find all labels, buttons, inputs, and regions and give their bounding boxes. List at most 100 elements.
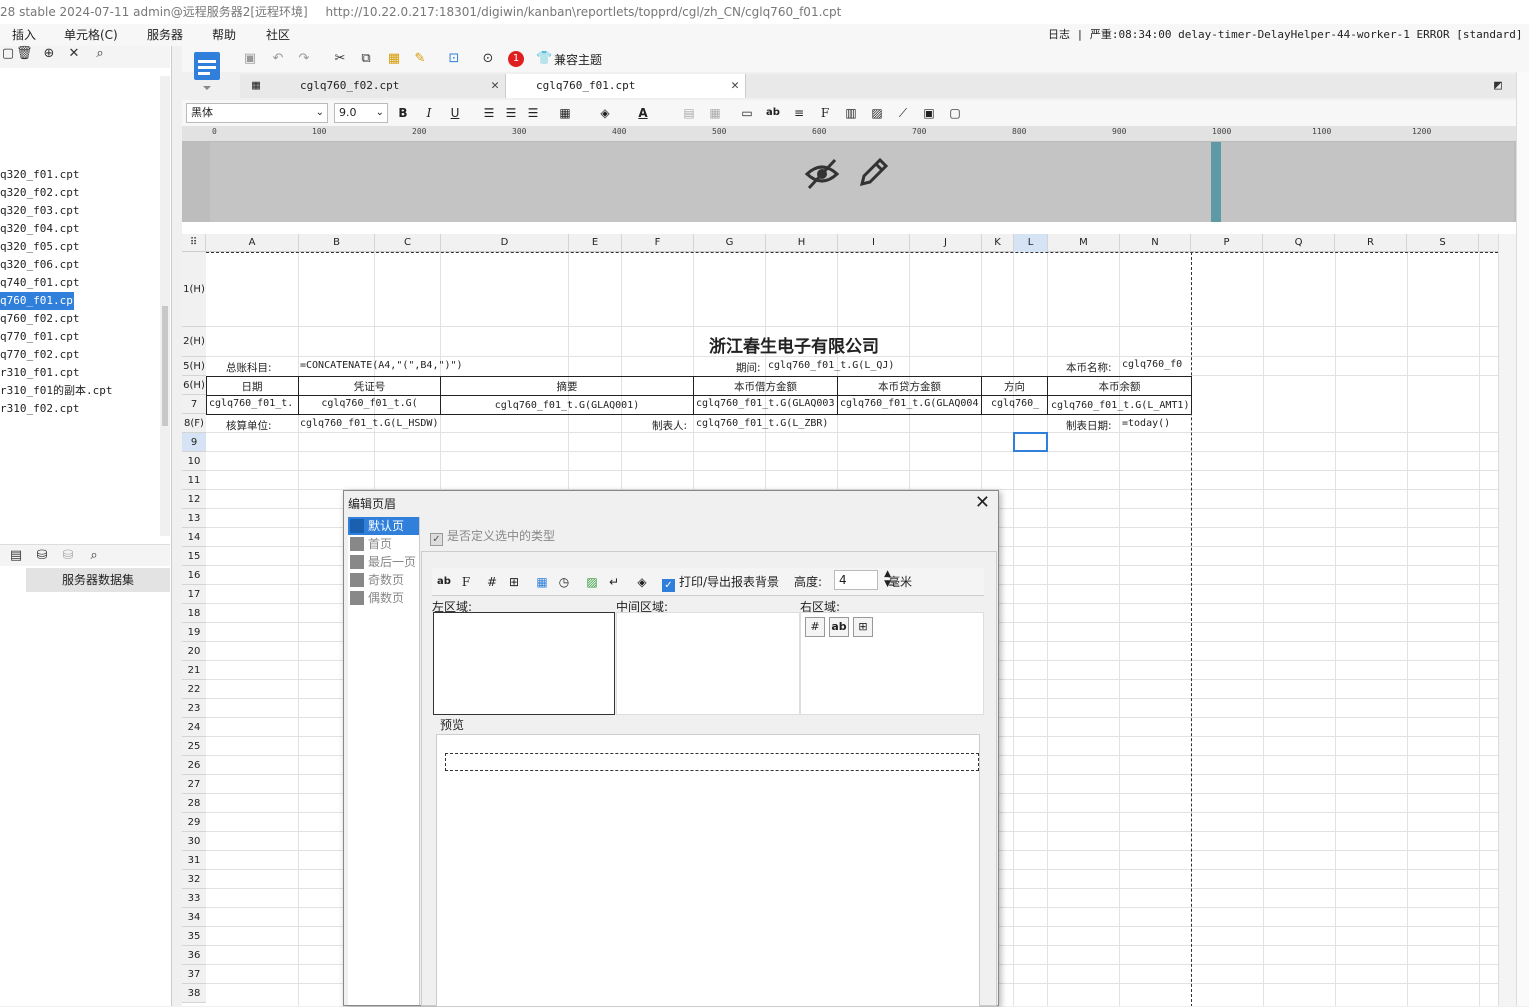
locate-icon[interactable]: ⊕ [41,46,57,62]
column-header[interactable]: S [1407,234,1479,252]
file-item[interactable]: r310_f01.cpt [0,364,160,382]
close-icon[interactable]: ✕ [975,492,990,513]
column-header[interactable]: N [1120,234,1191,252]
file-list-scrollbar[interactable] [160,76,170,536]
right-area-editor[interactable]: # ab ⊞ [800,612,984,715]
currency-value-cell[interactable]: cglq760_f0 [1122,359,1190,370]
header-credit-cell[interactable]: 本币贷方金额 [838,379,981,394]
unmerge-icon[interactable]: ▦ [706,104,724,122]
column-header[interactable]: Q [1263,234,1335,252]
column-header[interactable]: J [910,234,982,252]
row-header[interactable]: 32 [182,870,206,889]
text-icon[interactable]: ab [436,574,452,590]
header-voucher-cell[interactable]: 凭证号 [299,379,440,394]
row-header[interactable]: 12 [182,490,206,509]
file-item[interactable]: q320_f01.cpt [0,166,160,184]
file-item[interactable]: r310_f01的副本.cpt [0,382,160,400]
header-debit-cell[interactable]: 本币借方金额 [694,379,837,394]
save-icon[interactable]: ▣ [242,51,258,67]
unit-label-cell[interactable]: 核算单位: [226,418,272,433]
row-header[interactable]: 8(F) [182,414,206,433]
format-brush-icon[interactable]: ✎ [412,51,428,67]
row-header[interactable]: 36 [182,946,206,965]
currency-label-cell[interactable]: 本币名称: [1066,360,1112,375]
file-item[interactable]: q770_f01.cpt [0,328,160,346]
sheet-scrollbar[interactable] [1498,234,1516,1006]
search-icon[interactable]: ⌕ [86,548,102,564]
font-color-icon[interactable]: A [634,104,652,122]
copy-icon[interactable]: ⧉ [358,51,374,67]
menu-server[interactable]: 服务器 [147,24,183,46]
row-header[interactable]: 25 [182,737,206,756]
date-label-cell[interactable]: 制表日期: [1066,418,1112,433]
bold-button[interactable]: B [394,104,412,122]
column-header[interactable]: B [299,234,375,252]
newline-icon[interactable]: ↵ [606,574,622,590]
compatible-theme-label[interactable]: 兼容主题 [554,51,602,68]
menu-cell[interactable]: 单元格(C) [64,24,118,46]
row-header[interactable]: 17 [182,585,206,604]
database-add-icon[interactable]: ⛁ [34,548,50,564]
slash-icon[interactable]: ⟋ [894,104,912,122]
file-item[interactable]: q740_f01.cpt [0,274,160,292]
height-input[interactable]: 4 ▲ ▼ [834,569,891,590]
theme-icon[interactable]: 👕 [536,51,552,67]
menu-community[interactable]: 社区 [266,24,290,46]
row-header[interactable]: 16 [182,566,206,585]
database-edit-icon[interactable]: ⛁ [60,548,76,564]
column-header[interactable]: R [1335,234,1407,252]
nav-default-page[interactable]: 默认页 [348,517,419,535]
row-header[interactable]: 31 [182,851,206,870]
formula-icon[interactable]: F [816,104,834,122]
column-header[interactable]: M [1048,234,1120,252]
border-icon[interactable]: ▦ [556,104,574,122]
nav-first-page[interactable]: 首页 [348,535,419,553]
date-icon[interactable]: ▦ [534,574,550,590]
account-formula-cell[interactable]: =CONCATENATE(A4,"(",B4,")") [300,360,463,371]
unit-value-cell[interactable]: cglq760_f01_t.G(L_HSDW) [300,418,438,429]
insert-cell-icon[interactable]: ▭ [738,104,756,122]
row-header[interactable]: 38 [182,984,206,1003]
row-header[interactable]: 18 [182,604,206,623]
header-width-marker[interactable] [1211,142,1221,222]
file-item[interactable]: q760_f02.cpt [0,310,160,328]
font-size-select[interactable]: 9.0 ⌄ [334,103,388,123]
server-datasets-tab[interactable]: 服务器数据集 [26,568,170,592]
data-balance-cell[interactable]: cglq760_f01_t.G(L_AMT1) [1051,400,1191,411]
date-value-cell[interactable]: =today() [1122,418,1170,429]
log-line[interactable]: 日志 | 严重:08:34:00 delay-timer-DelayHelper… [1048,24,1529,46]
hide-eye-icon[interactable] [804,156,840,192]
page-number-icon[interactable]: # [484,574,500,590]
folder-icon[interactable]: ▢ [0,46,16,62]
data-credit-cell[interactable]: cglq760_f01_t.G(GLAQ004 [840,398,980,409]
row-header[interactable]: 1(H) [182,252,206,327]
fill-color-icon[interactable]: ◈ [596,104,614,122]
row-header[interactable]: 21 [182,661,206,680]
font-family-select[interactable]: 黑体 ⌄ [186,103,328,123]
row-header[interactable]: 15 [182,547,206,566]
right-side-panel[interactable] [1516,72,1529,1006]
delete-icon[interactable]: 🗑 [16,46,33,62]
column-header[interactable]: H [766,234,838,252]
row-header[interactable]: 33 [182,889,206,908]
row-header[interactable]: 30 [182,832,206,851]
maker-label-cell[interactable]: 制表人: [652,418,687,433]
text-icon[interactable]: ab [829,617,849,637]
redo-icon[interactable]: ↷ [296,51,312,67]
data-debit-cell[interactable]: cglq760_f01_t.G(GLAQ003 [696,398,836,409]
header-balance-cell[interactable]: 本币余额 [1048,379,1191,394]
search-replace-icon[interactable]: ⊙ [480,51,496,67]
period-value-cell[interactable]: cglq760_f01_t.G(L_QJ) [768,360,894,371]
text-icon[interactable]: ab [764,104,782,122]
file-item[interactable]: q770_f02.cpt [0,346,160,364]
tab-cglq760-f01[interactable]: cglq760_f01.cpt ✕ [506,74,746,98]
selected-cell[interactable] [1013,432,1048,452]
row-header[interactable]: 14 [182,528,206,547]
close-icon[interactable]: ✕ [731,74,739,98]
rich-text-icon[interactable]: ≡ [790,104,808,122]
row-header[interactable]: 35 [182,927,206,946]
row-header[interactable]: 37 [182,965,206,984]
row-header[interactable]: 19 [182,623,206,642]
total-pages-icon[interactable]: ⊞ [506,574,522,590]
column-header[interactable]: E [569,234,622,252]
